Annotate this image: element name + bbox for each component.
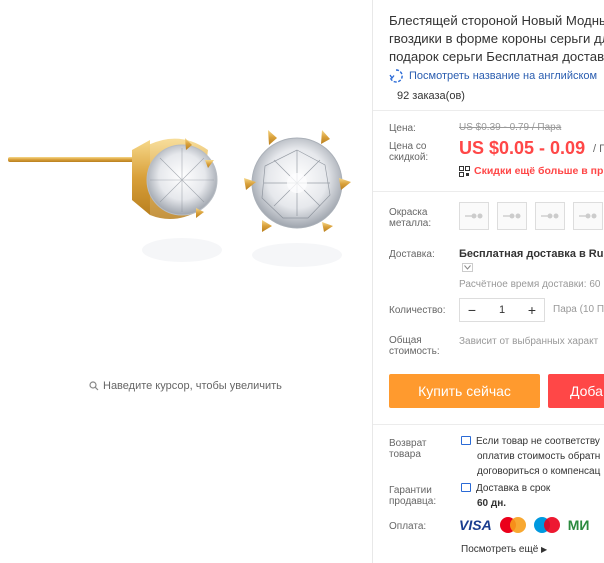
color-option[interactable] <box>535 202 565 230</box>
see-more-payment-link[interactable]: Посмотреть ещё ▶ <box>461 544 547 555</box>
shipping-method[interactable]: Бесплатная доставка в Russ <box>459 248 604 260</box>
zoom-hint-text: Наведите курсор, чтобы увеличить <box>103 380 282 392</box>
discount-price-label: Цена со скидкой: <box>389 141 428 163</box>
title-line: гвоздики в форме короны серьги дл <box>389 31 604 46</box>
original-price: US $0.39 - 0.79 / Пара <box>459 122 562 133</box>
app-promo-link[interactable]: Скидки ещё больше в при <box>459 165 604 177</box>
total-price-text: Зависит от выбранных характ <box>459 336 599 347</box>
guarantee-label-line: Гарантии <box>389 485 432 496</box>
add-to-cart-button[interactable]: Доба <box>548 374 604 408</box>
payment-label: Оплата: <box>389 521 427 532</box>
title-line: подарок серьги Бесплатная доставк <box>389 49 604 64</box>
see-more-text[interactable]: Посмотреть ещё <box>461 544 538 555</box>
earring-thumbnail-icon <box>541 213 559 219</box>
translate-icon <box>389 69 403 83</box>
divider <box>373 110 604 111</box>
guarantee-days: 60 дн. <box>477 498 507 509</box>
color-option[interactable] <box>459 202 489 230</box>
shipping-label: Доставка: <box>389 249 435 260</box>
mir-logo: МИ <box>567 517 590 533</box>
color-option[interactable] <box>497 202 527 230</box>
color-options <box>459 202 603 230</box>
guarantee-label: Гарантии продавца: <box>389 485 436 507</box>
divider <box>373 424 604 425</box>
returns-info: Если товар не соответству оплатив стоимо… <box>461 434 600 479</box>
returns-line: договориться о компенсац <box>477 466 601 477</box>
earring-thumbnail-icon <box>503 213 521 219</box>
total-label-line: Общая <box>389 335 422 346</box>
delivery-guarantee-icon <box>461 483 471 492</box>
color-label-line: Окраска <box>389 207 428 218</box>
zoom-hint: Наведите курсор, чтобы увеличить <box>89 380 282 392</box>
maestro-icon <box>533 517 560 533</box>
discount-label-line: скидкой: <box>389 152 429 163</box>
discount-label-line: Цена со <box>389 141 427 152</box>
guarantee-label-line: продавца: <box>389 496 437 507</box>
promo-text[interactable]: Скидки ещё больше в при <box>474 165 604 177</box>
quantity-stepper: − 1 + <box>459 298 545 322</box>
total-label-line: стоимость: <box>389 346 440 357</box>
current-price: US $0.05 - 0.09 <box>459 138 586 158</box>
translate-title-link[interactable]: Посмотреть название на английском <box>389 69 597 83</box>
title-line: Блестящей стороной Новый Модны <box>389 13 604 28</box>
payment-methods: VISA МИ <box>459 517 589 533</box>
quantity-input[interactable]: 1 <box>484 304 520 316</box>
return-policy-icon <box>461 436 471 445</box>
price-unit: / П <box>593 143 604 155</box>
qr-code-icon <box>459 165 470 177</box>
quantity-available: Пара (10 П <box>553 304 604 315</box>
earring-thumbnail-icon <box>465 213 483 219</box>
orders-count: 92 заказа(ов) <box>397 90 465 102</box>
color-label-line: металла: <box>389 218 432 229</box>
quantity-decrease-button[interactable]: − <box>460 299 484 321</box>
product-title: Блестящей стороной Новый Модны гвоздики … <box>389 12 604 66</box>
guarantee-line: Доставка в срок <box>476 483 551 494</box>
product-image[interactable] <box>0 0 372 360</box>
caret-right-icon: ▶ <box>541 545 548 554</box>
returns-line: оплатив стоимость обратн <box>477 451 601 462</box>
returns-line: Если товар не соответству <box>476 436 600 447</box>
color-option[interactable] <box>573 202 603 230</box>
product-info-panel: Блестящей стороной Новый Модны гвоздики … <box>373 0 604 563</box>
quantity-increase-button[interactable]: + <box>520 299 544 321</box>
buy-now-button[interactable]: Купить сейчас <box>389 374 540 408</box>
guarantee-info: Доставка в срок 60 дн. <box>461 481 550 511</box>
chevron-down-icon <box>464 265 471 270</box>
divider <box>373 191 604 192</box>
price-label: Цена: <box>389 123 416 134</box>
magnifier-icon <box>89 381 99 391</box>
returns-label-line: Возврат <box>389 438 427 449</box>
quantity-label: Количество: <box>389 305 446 316</box>
returns-label: Возврат товара <box>389 438 427 460</box>
visa-logo: VISA <box>459 517 492 533</box>
delivery-time: Расчётное время доставки: 60 <box>459 279 601 290</box>
shipping-dropdown[interactable] <box>462 263 473 272</box>
total-label: Общая стоимость: <box>389 335 440 357</box>
returns-label-line: товара <box>389 449 421 460</box>
mastercard-icon <box>499 517 526 533</box>
product-gallery[interactable]: Наведите курсор, чтобы увеличить <box>0 0 372 563</box>
color-label: Окраска металла: <box>389 207 431 229</box>
earring-thumbnail-icon <box>579 213 597 219</box>
translate-link-text[interactable]: Посмотреть название на английском <box>409 70 597 82</box>
